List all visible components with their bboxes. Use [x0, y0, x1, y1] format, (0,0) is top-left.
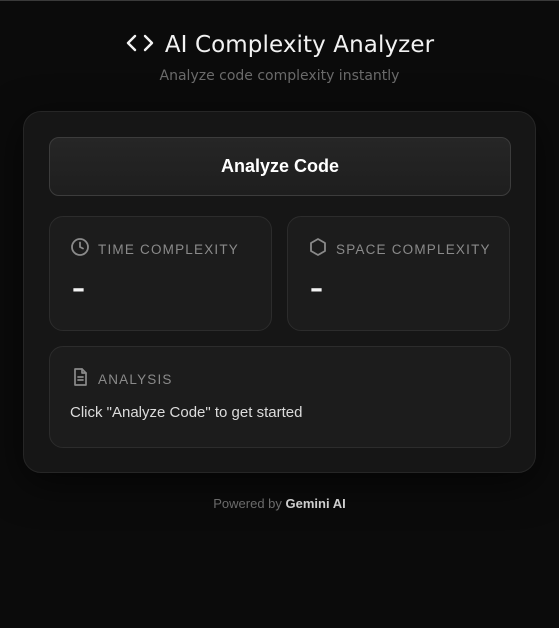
app-header: AI Complexity Analyzer Analyze code comp…	[0, 28, 559, 84]
document-icon	[70, 367, 90, 391]
hexagon-icon	[308, 237, 328, 261]
time-complexity-value: –	[72, 274, 85, 304]
analysis-card: ANALYSIS Click "Analyze Code" to get sta…	[49, 346, 511, 448]
footer-prefix: Powered by	[213, 496, 282, 511]
time-complexity-header: TIME COMPLEXITY	[70, 237, 239, 261]
page-subtitle: Analyze code complexity instantly	[159, 68, 400, 84]
time-complexity-card: TIME COMPLEXITY –	[49, 216, 272, 331]
analyze-code-button[interactable]: Analyze Code	[49, 137, 511, 196]
analysis-label: ANALYSIS	[98, 371, 173, 387]
window-top-border	[0, 0, 559, 1]
space-complexity-card: SPACE COMPLEXITY –	[287, 216, 510, 331]
code-brackets-icon	[125, 32, 155, 58]
footer: Powered by Gemini AI	[0, 496, 559, 511]
time-complexity-label: TIME COMPLEXITY	[98, 241, 240, 257]
page-title: AI Complexity Analyzer	[164, 32, 435, 58]
footer-brand: Gemini AI	[285, 496, 346, 511]
space-complexity-value: –	[310, 274, 323, 304]
space-complexity-header: SPACE COMPLEXITY	[308, 237, 491, 261]
title-row: AI Complexity Analyzer	[125, 28, 434, 62]
space-complexity-label: SPACE COMPLEXITY	[336, 241, 491, 257]
analysis-header: ANALYSIS	[70, 367, 173, 391]
clock-icon	[70, 237, 90, 261]
analyzer-panel: Analyze Code TIME COMPLEXITY – SPACE COM…	[23, 111, 536, 473]
analysis-text: Click "Analyze Code" to get started	[70, 404, 303, 421]
